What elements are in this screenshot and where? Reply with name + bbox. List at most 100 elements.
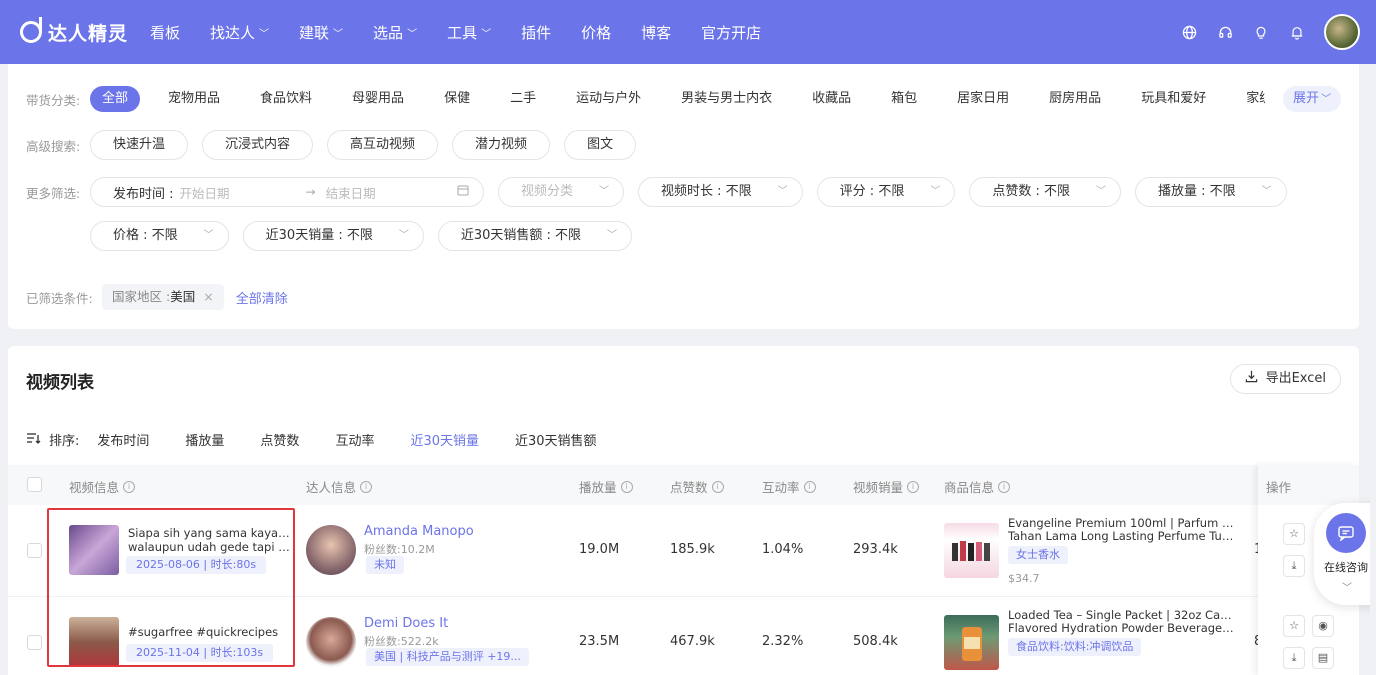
- product-image[interactable]: [944, 523, 999, 578]
- product-title[interactable]: Evangeline Premium 100ml | Parfum Wanita…: [1008, 517, 1234, 543]
- category-chip[interactable]: 二手: [498, 86, 548, 112]
- nav-item-8[interactable]: 官方开店: [701, 22, 761, 43]
- expand-button[interactable]: 展开 ﹀: [1282, 86, 1341, 112]
- select-all-checkbox[interactable]: [27, 477, 42, 492]
- kol-tag: 未知: [366, 556, 404, 574]
- nav-item-5[interactable]: 插件: [521, 22, 551, 43]
- product-image[interactable]: [944, 615, 999, 670]
- category-chip[interactable]: 厨房用品: [1037, 86, 1113, 112]
- nav-item-7[interactable]: 博客: [641, 22, 671, 43]
- nav-item-2[interactable]: 建联 ﹀: [299, 22, 343, 43]
- category-chip[interactable]: 全部: [90, 86, 141, 112]
- category-chip[interactable]: 居家日用: [945, 86, 1021, 112]
- export-excel-button[interactable]: 导出Excel: [1229, 364, 1341, 394]
- row-checkbox[interactable]: [27, 543, 42, 558]
- kol-name[interactable]: Demi Does It: [364, 616, 448, 631]
- info-icon[interactable]: i: [620, 480, 633, 493]
- chevron-down-icon: ﹀: [398, 230, 409, 241]
- calendar-icon[interactable]: [457, 184, 469, 200]
- start-date-input[interactable]: 开始日期: [180, 183, 230, 202]
- chevron-down-icon: ﹀: [1321, 94, 1331, 105]
- kol-fans: 粉丝数:10.2M: [364, 543, 435, 556]
- filter-select[interactable]: 近30天销售额 : 不限 ﹀: [437, 221, 633, 251]
- filter-select[interactable]: 点赞数 : 不限 ﹀: [969, 177, 1121, 207]
- sort-option[interactable]: 近30天销售额: [515, 430, 597, 449]
- row-checkbox[interactable]: [27, 635, 42, 650]
- chat-icon[interactable]: [1326, 513, 1366, 553]
- info-icon[interactable]: i: [907, 480, 920, 493]
- category-chip[interactable]: 保健: [432, 86, 482, 112]
- online-consult-widget[interactable]: 在线咨询 ﹀: [1314, 503, 1376, 605]
- lightbulb-icon[interactable]: [1252, 23, 1270, 41]
- kol-avatar[interactable]: [306, 525, 356, 575]
- filter-select[interactable]: 近30天销量 : 不限 ﹀: [242, 221, 424, 251]
- more-filter-row: 更多筛选: 发布时间 : 开始日期 → 结束日期 视频分类 ﹀ 视频时长 : 不限 ﹀…: [26, 177, 1301, 207]
- table-header: 视频信息 i 达人信息 i 播放量 i 点赞数 i 互动率 i 视频销量 i 商品信息 i: [8, 465, 1359, 505]
- sort-icon: [26, 432, 41, 448]
- col-operation: 操作: [1258, 465, 1359, 505]
- filter-select[interactable]: 视频时长 : 不限 ﹀: [638, 177, 803, 207]
- nav-item-6[interactable]: 价格: [581, 22, 611, 43]
- chevron-down-icon: ﹀: [607, 230, 618, 241]
- sort-option[interactable]: 播放量: [185, 430, 224, 449]
- info-icon[interactable]: i: [123, 480, 136, 493]
- download-icon[interactable]: ⤓: [1283, 647, 1305, 669]
- kol-name[interactable]: Amanda Manopo: [364, 524, 474, 539]
- advanced-search-pill[interactable]: 图文: [564, 130, 637, 160]
- nav-item-3[interactable]: 选品 ﹀: [373, 22, 417, 43]
- nav-item-0[interactable]: 看板: [150, 22, 180, 43]
- advanced-search-pill[interactable]: 潜力视频: [452, 130, 551, 160]
- category-chip[interactable]: 母婴用品: [340, 86, 416, 112]
- chevron-down-icon: ﹀: [407, 28, 418, 40]
- eye-icon[interactable]: ◉: [1312, 615, 1334, 637]
- info-icon[interactable]: i: [711, 480, 724, 493]
- filter-select[interactable]: 价格 : 不限 ﹀: [90, 221, 229, 251]
- download-icon[interactable]: ⤓: [1283, 555, 1305, 577]
- nav-item-1[interactable]: 找达人 ﹀: [210, 22, 269, 43]
- category-chip[interactable]: 食品饮料: [248, 86, 324, 112]
- star-icon[interactable]: ☆: [1283, 615, 1305, 637]
- col-likes: 点赞数 i: [670, 477, 724, 496]
- chevron-down-icon[interactable]: ﹀: [1342, 579, 1352, 594]
- close-icon[interactable]: ×: [203, 284, 213, 310]
- category-chip[interactable]: 运动与户外: [564, 86, 653, 112]
- category-chip[interactable]: 箱包: [879, 86, 929, 112]
- logo[interactable]: 达人精灵: [20, 17, 132, 46]
- sort-option[interactable]: 互动率: [335, 430, 374, 449]
- category-chip[interactable]: 男装与男士内衣: [669, 86, 784, 112]
- nav-item-4[interactable]: 工具 ﹀: [447, 22, 491, 43]
- sort-option[interactable]: 点赞数: [260, 430, 299, 449]
- category-chip[interactable]: 收藏品: [800, 86, 863, 112]
- kol-avatar[interactable]: [306, 617, 356, 667]
- globe-icon[interactable]: [1180, 23, 1198, 41]
- col-engagement: 互动率 i: [762, 477, 816, 496]
- info-icon[interactable]: i: [360, 480, 373, 493]
- advanced-row: 高级搜索: 快速升温 沉浸式内容 高互动视频 潜力视频 图文: [26, 130, 650, 160]
- category-list: 全部 宠物用品 食品饮料 母婴用品 保健 二手 运动与户外 男装与男士内衣 收藏品 箱包 居家日用厨…: [90, 86, 1265, 112]
- filter-select[interactable]: 评分 : 不限 ﹀: [816, 177, 956, 207]
- advanced-search-pill[interactable]: 沉浸式内容: [202, 130, 314, 160]
- category-chip[interactable]: 家纺布: [1234, 86, 1265, 112]
- category-chip[interactable]: 玩具和爱好: [1129, 86, 1218, 112]
- clear-all-button[interactable]: 全部清除: [236, 288, 288, 307]
- document-icon[interactable]: ▤: [1312, 647, 1334, 669]
- info-icon[interactable]: i: [803, 480, 816, 493]
- sort-option[interactable]: 发布时间: [97, 430, 149, 449]
- filter-select[interactable]: 播放量 : 不限 ﹀: [1134, 177, 1287, 207]
- date-range-picker[interactable]: 发布时间 : 开始日期 → 结束日期: [90, 177, 484, 207]
- filter-select[interactable]: 视频分类 ﹀: [498, 177, 625, 207]
- advanced-search-pill[interactable]: 高互动视频: [327, 130, 439, 160]
- applied-label: 已筛选条件:: [26, 290, 93, 306]
- engagement-value: 1.04%: [762, 542, 804, 557]
- sort-option[interactable]: 近30天销量: [410, 430, 479, 449]
- headset-icon[interactable]: [1216, 23, 1234, 41]
- user-avatar[interactable]: [1324, 14, 1360, 50]
- info-icon[interactable]: i: [998, 480, 1011, 493]
- advanced-search-pill[interactable]: 快速升温: [90, 130, 189, 160]
- end-date-input[interactable]: 结束日期: [326, 183, 376, 202]
- page-scrollbar[interactable]: [1370, 64, 1376, 675]
- bell-icon[interactable]: [1288, 23, 1306, 41]
- product-title[interactable]: Loaded Tea – Single Packet | 32oz Caffei…: [1008, 609, 1234, 635]
- star-icon[interactable]: ☆: [1283, 523, 1305, 545]
- category-chip[interactable]: 宠物用品: [156, 86, 232, 112]
